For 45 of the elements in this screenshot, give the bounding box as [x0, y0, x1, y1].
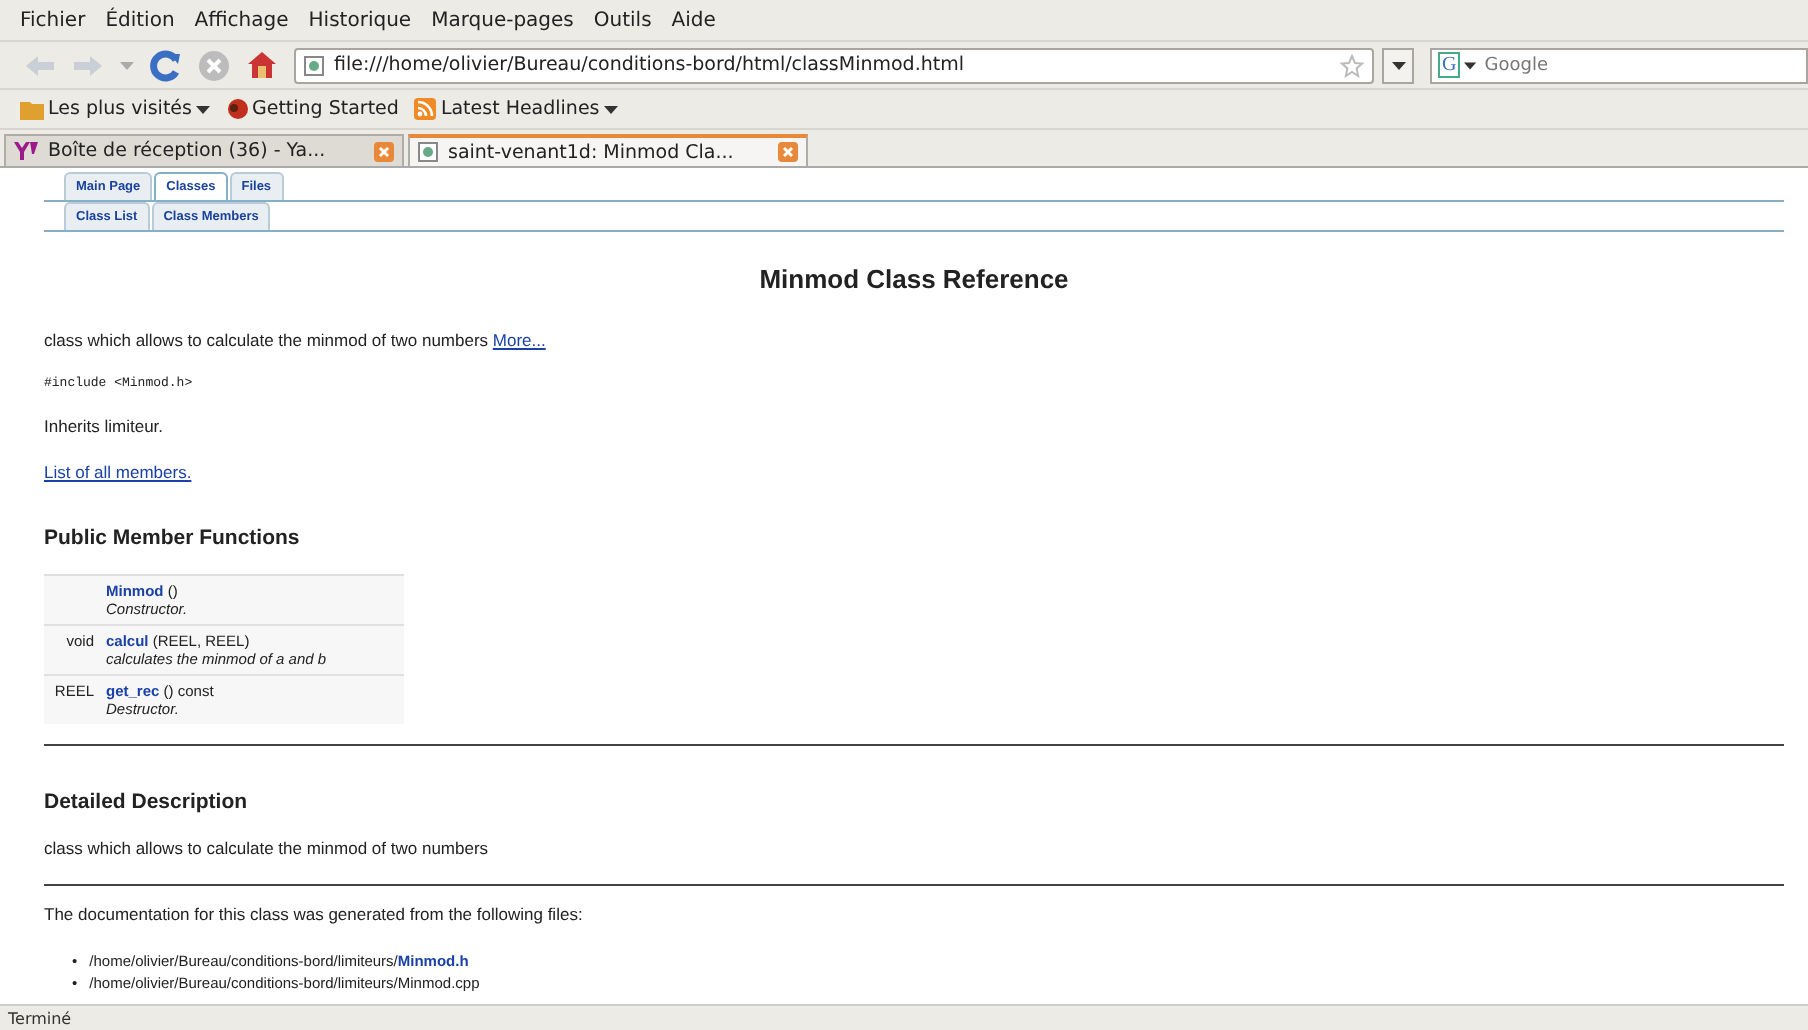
mail-logo-icon: [14, 142, 38, 160]
detailed-description: class which allows to calculate the minmod of two numbers: [44, 838, 491, 858]
browser-tab[interactable]: saint-venant1d: Minmod Cla...: [408, 134, 808, 166]
menu-item[interactable]: Outils: [593, 9, 652, 31]
bookmark-item[interactable]: Les plus visités: [20, 98, 210, 120]
browser-tab[interactable]: Boîte de réception (36) - Ya...: [4, 134, 404, 166]
tab-title: Boîte de réception (36) - Ya...: [48, 140, 328, 162]
menu-item[interactable]: Affichage: [194, 9, 289, 31]
search-field[interactable]: G Google: [1430, 47, 1808, 83]
menu-item[interactable]: Historique: [308, 9, 412, 31]
tab-title: saint-venant1d: Minmod Cla...: [448, 141, 736, 163]
inherits-text: Inherits limiteur.: [44, 416, 166, 436]
menu-item[interactable]: Marque-pages: [431, 9, 574, 31]
caret-icon: [1464, 61, 1477, 69]
reload-icon[interactable]: [150, 49, 182, 81]
status-text: Terminé: [8, 1009, 72, 1027]
all-members-link[interactable]: List of all members.: [44, 462, 192, 482]
bookmark-item[interactable]: Getting Started: [225, 98, 399, 120]
search-engine-icon[interactable]: G: [1438, 52, 1461, 78]
stop-icon[interactable]: [198, 49, 230, 81]
page-title: Minmod Class Reference: [757, 264, 1071, 294]
home-icon[interactable]: [246, 50, 278, 80]
rss-icon: [414, 98, 437, 120]
menu-item[interactable]: Aide: [671, 9, 716, 31]
menu-item[interactable]: Fichier: [20, 9, 86, 31]
back-arrow-icon[interactable]: [24, 53, 56, 77]
address-field[interactable]: file:///home/olivier/Bureau/conditions-bord/html/classMinmod.html: [294, 47, 1374, 83]
caret-icon: [1391, 61, 1405, 69]
bookmark-item[interactable]: Latest Headlines: [414, 98, 618, 120]
forward-arrow-icon[interactable]: [72, 53, 104, 77]
close-icon[interactable]: [374, 141, 394, 161]
close-icon[interactable]: [778, 142, 798, 162]
star-icon[interactable]: [1340, 53, 1364, 77]
section-heading: Detailed Description: [44, 790, 250, 814]
folder-icon: [20, 99, 44, 119]
page-icon: [304, 55, 324, 75]
caret-icon[interactable]: [120, 61, 134, 69]
section-heading: Public Member Functions: [44, 526, 302, 550]
more-link[interactable]: More...: [492, 330, 546, 350]
history-dropdown-button[interactable]: [1382, 47, 1414, 83]
page-icon: [418, 142, 438, 162]
generated-note: The documentation for this class was generated from the following files:: [44, 904, 585, 924]
brief-description: class which allows to calculate the minmod of two numbers More...: [44, 330, 548, 350]
fox-icon: [225, 98, 248, 120]
menu-item[interactable]: Édition: [105, 9, 175, 31]
